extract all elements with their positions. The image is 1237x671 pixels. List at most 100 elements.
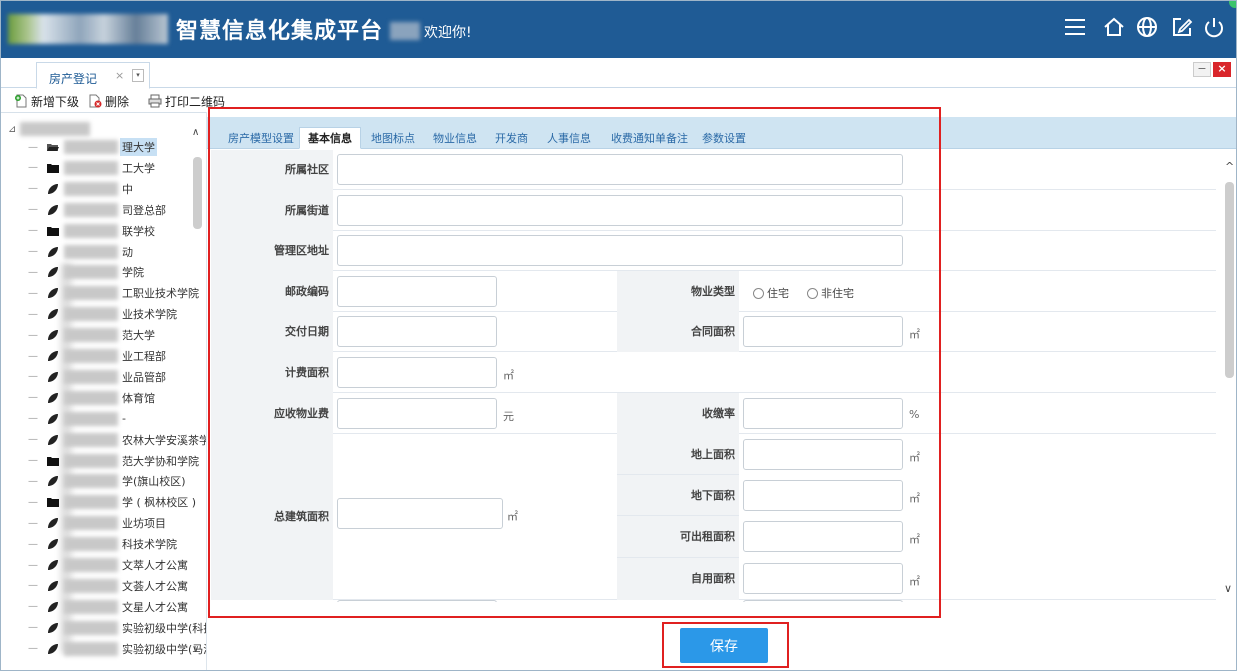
form-row-area-group: 总建筑面积 ㎡ 地上面积 ㎡ 地下面积 ㎡ 可出租面积 ㎡ 自用面积 ㎡: [211, 434, 1216, 600]
scroll-down-icon[interactable]: ∨: [192, 644, 199, 655]
tree-scroll-thumb[interactable]: [193, 157, 202, 229]
close-button[interactable]: ×: [1213, 62, 1231, 77]
contract-area-input[interactable]: [743, 316, 903, 347]
tree-item[interactable]: — 司登总部: [28, 200, 168, 220]
tree-item[interactable]: — 科技术学院: [28, 534, 179, 554]
tree-item[interactable]: —农林大学安溪茶学院: [28, 430, 206, 450]
tree-item-label: 学院: [122, 266, 144, 280]
tree-item[interactable]: — 业工程部: [28, 346, 168, 366]
tree-item[interactable]: — 联学校: [28, 221, 157, 241]
delete-doc-icon: [89, 94, 102, 108]
scroll-up-icon[interactable]: ∧: [192, 127, 199, 138]
total-area-input[interactable]: [337, 498, 503, 529]
billing-area-input[interactable]: [337, 357, 497, 388]
tree-item-redacted: [64, 369, 118, 384]
form-scroll-thumb[interactable]: [1225, 182, 1234, 378]
total-area-label: 总建筑面积: [211, 434, 333, 600]
tab-close-icon[interactable]: ×: [115, 69, 124, 82]
scroll-up-icon[interactable]: ^: [1225, 160, 1234, 173]
tab-property-registration[interactable]: 房产登记 × ▾: [36, 62, 150, 89]
tree-item[interactable]: — 理大学: [28, 137, 157, 157]
tab-dropdown-icon[interactable]: ▾: [132, 69, 144, 82]
tab-developer[interactable]: 开发商: [486, 127, 537, 149]
tab-model-settings[interactable]: 房产模型设置: [219, 127, 303, 149]
delivery-date-input[interactable]: [337, 316, 497, 347]
postcode-input[interactable]: [337, 276, 497, 307]
tree-item-redacted: [64, 516, 118, 531]
district-address-input[interactable]: [337, 235, 903, 266]
tree-item[interactable]: — 文荟人才公寓: [28, 576, 190, 596]
tree-item[interactable]: — 中: [28, 179, 135, 199]
tree-item[interactable]: — 文萃人才公寓: [28, 555, 190, 575]
tree-item[interactable]: — 学(旗山校区): [28, 471, 188, 491]
tree-item[interactable]: — 文星人才公寓: [28, 597, 190, 617]
globe-icon[interactable]: [1134, 14, 1160, 40]
power-icon[interactable]: [1201, 14, 1227, 40]
tree-item[interactable]: — 学院: [28, 262, 146, 282]
radio-residential[interactable]: 住宅: [753, 285, 789, 301]
property-fee-input[interactable]: [337, 398, 497, 429]
tree-item[interactable]: — 体育馆: [28, 388, 157, 408]
tab-property-info[interactable]: 物业信息: [424, 127, 486, 149]
tree-item[interactable]: — 工职业技术学院: [28, 283, 201, 303]
tree-item-label: 范大学: [122, 329, 155, 343]
panel-tab-bar: 房产模型设置 基本信息 地图标点 物业信息 开发商 人事信息 收费通知单备注 参…: [207, 117, 1237, 149]
underground-area-input[interactable]: [743, 480, 903, 511]
tree-item[interactable]: — 学 ( 枫林校区 ): [28, 492, 198, 512]
scroll-down-icon[interactable]: ∨: [1224, 582, 1232, 595]
next-row-input-partial[interactable]: [743, 600, 903, 602]
tab-param-settings[interactable]: 参数设置: [693, 127, 755, 149]
leaf-icon: [46, 392, 60, 404]
community-input[interactable]: [337, 154, 903, 185]
tree-item-label: 中: [122, 182, 133, 196]
tab-billing-notes[interactable]: 收费通知单备注: [602, 127, 697, 149]
street-input[interactable]: [337, 195, 903, 226]
status-dot: [1229, 0, 1237, 8]
above-ground-area-input[interactable]: [743, 439, 903, 470]
folder-icon: [46, 162, 60, 174]
tree-item[interactable]: — 业坊项目: [28, 513, 168, 533]
tree-scrollbar[interactable]: ∧ ∨: [191, 127, 203, 655]
tree-item-label: 动: [122, 245, 133, 259]
self-use-area-input[interactable]: [743, 563, 903, 594]
tree-item[interactable]: — 范大学协和学院: [28, 451, 201, 471]
tree-item-redacted: [64, 160, 118, 175]
tree-item-label: 业技术学院: [122, 308, 177, 322]
form-scrollbar[interactable]: ^ ∨: [1223, 152, 1235, 602]
home-icon[interactable]: [1101, 14, 1127, 40]
tree-item[interactable]: —实验初级中学(科技城: [28, 618, 206, 638]
edit-icon[interactable]: [1169, 14, 1195, 40]
tree-item[interactable]: — 范大学: [28, 325, 157, 345]
tree-item[interactable]: —实验初级中学(马渡路: [28, 639, 206, 659]
tab-map-marker[interactable]: 地图标点: [362, 127, 424, 149]
tree-item-label: 学 ( 枫林校区 ): [122, 496, 197, 510]
collapse-icon[interactable]: ⊿: [8, 124, 16, 135]
folder-icon: [46, 455, 60, 467]
rentable-area-input[interactable]: [743, 521, 903, 552]
print-qrcode-button[interactable]: 打印二维码: [148, 92, 225, 110]
menu-icon[interactable]: [1063, 14, 1089, 40]
delete-button[interactable]: 删除: [88, 92, 129, 110]
form-footer: 保存: [207, 610, 1237, 671]
tree-item[interactable]: — 动: [28, 242, 135, 262]
radio-circle[interactable]: [807, 287, 818, 299]
radio-non-residential[interactable]: 非住宅: [807, 285, 854, 301]
minimize-button[interactable]: −: [1193, 62, 1211, 77]
tab-personnel[interactable]: 人事信息: [538, 127, 600, 149]
next-row-input-partial[interactable]: [337, 600, 497, 602]
tab-basic-info[interactable]: 基本信息: [299, 127, 361, 149]
tree-root[interactable]: ⊿: [8, 121, 92, 137]
tree-item[interactable]: — -: [28, 409, 128, 429]
tree-item[interactable]: — 业品管部: [28, 367, 168, 387]
tree-item[interactable]: — 工大学: [28, 158, 157, 178]
tree-item-label: 文萃人才公寓: [122, 559, 188, 572]
tree-item[interactable]: — 业技术学院: [28, 304, 179, 324]
self-use-area-label: 自用面积: [617, 558, 739, 600]
add-child-button[interactable]: 新增下级: [14, 92, 79, 110]
save-button[interactable]: 保存: [680, 628, 768, 663]
tree-connector: —: [28, 413, 38, 425]
print-qrcode-label: 打印二维码: [165, 94, 226, 109]
form-row: 应收物业费 元 收缴率 %: [211, 393, 1216, 434]
radio-circle[interactable]: [753, 287, 764, 299]
collection-rate-input[interactable]: [743, 398, 903, 429]
